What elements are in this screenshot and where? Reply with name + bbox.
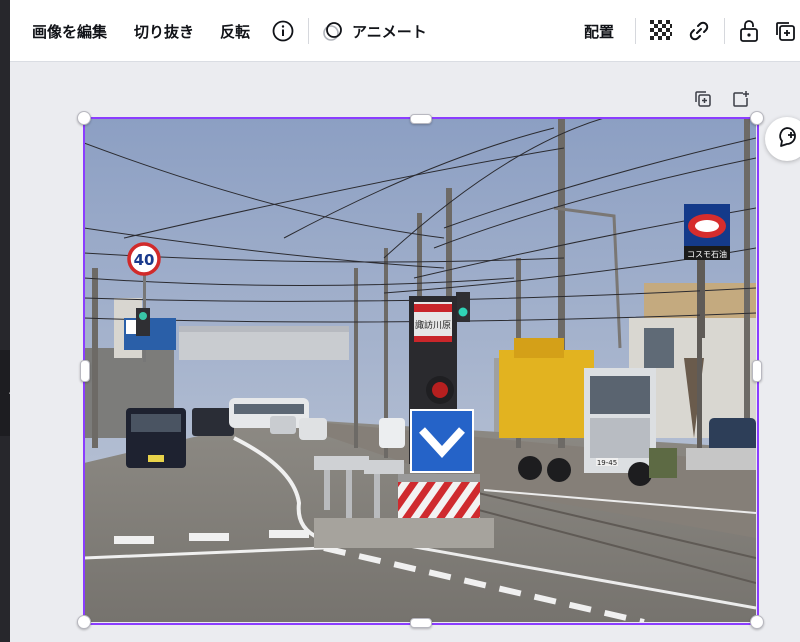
crop-button[interactable]: 切り抜き	[134, 0, 194, 62]
animate-button[interactable]: アニメート	[322, 0, 427, 62]
gas-station-sign: コスモ石油	[687, 249, 727, 259]
truck-license-plate: 19-45	[597, 459, 617, 467]
toolbar-divider	[308, 18, 309, 44]
checkerboard-transparency-icon[interactable]	[648, 18, 674, 44]
resize-handle-top-right[interactable]	[750, 111, 764, 125]
resize-handle-bottom[interactable]	[410, 618, 432, 628]
duplicate-page-icon[interactable]	[772, 18, 798, 44]
add-comment-icon	[775, 125, 799, 153]
image-toolbar: 画像を編集 切り抜き 反転 アニメート 配置	[10, 0, 800, 62]
animate-icon	[322, 20, 344, 42]
info-icon[interactable]	[270, 18, 296, 44]
resize-handle-top[interactable]	[410, 114, 432, 124]
add-page-icon[interactable]	[730, 88, 752, 110]
resize-handle-right[interactable]	[752, 360, 762, 382]
resize-handle-bottom-right[interactable]	[750, 615, 764, 629]
duplicate-icon[interactable]	[692, 88, 714, 110]
edit-image-button[interactable]: 画像を編集	[32, 0, 107, 62]
flip-button[interactable]: 反転	[220, 0, 250, 62]
resize-handle-bottom-left[interactable]	[77, 615, 91, 629]
speed-limit-sign: 40	[134, 251, 155, 269]
editor-left-rail	[0, 0, 10, 642]
tram-stop-name: 諏訪川原	[415, 319, 451, 331]
toolbar-divider	[724, 18, 725, 44]
resize-handle-top-left[interactable]	[77, 111, 91, 125]
lock-icon[interactable]	[736, 18, 762, 44]
street-photo[interactable]: 40 コスモ石油 諏訪川原 19-45	[84, 118, 756, 622]
animate-label: アニメート	[352, 22, 427, 41]
toolbar-divider	[635, 18, 636, 44]
link-icon[interactable]	[686, 18, 712, 44]
resize-handle-left[interactable]	[80, 360, 90, 382]
position-button[interactable]: 配置	[584, 0, 614, 62]
